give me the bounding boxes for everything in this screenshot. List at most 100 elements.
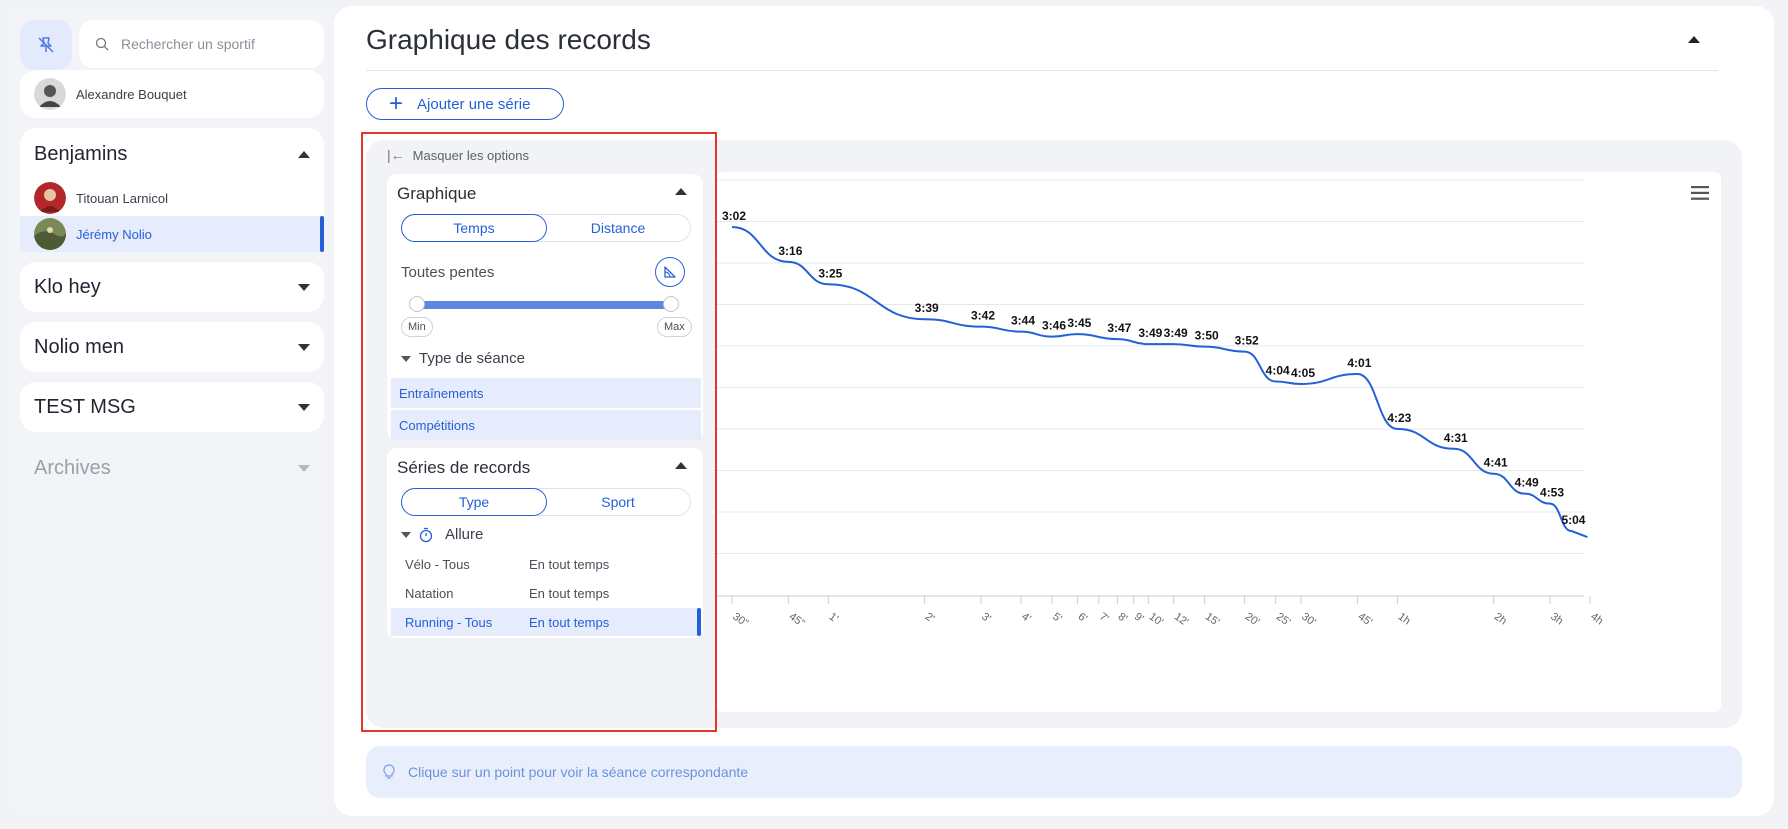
data-point[interactable] [1113,335,1121,343]
record-row[interactable]: Vélo - Tous En tout temps [391,550,701,578]
data-point[interactable] [1490,470,1498,478]
x-tick-label: 3h [1548,611,1565,628]
add-series-button[interactable]: + Ajouter une série [366,88,564,120]
toggle-type[interactable]: Type [401,488,547,516]
data-point[interactable] [1521,490,1529,498]
slope-button[interactable] [655,257,685,287]
data-point[interactable] [1353,370,1361,378]
allure-title: Allure [445,526,484,543]
data-label: 3:52 [1235,334,1259,348]
data-point[interactable] [921,315,929,323]
record-period: En tout temps [529,556,610,572]
series-line [731,225,1588,538]
data-point[interactable] [1546,500,1554,508]
avatar [34,78,66,110]
filter-entrainements[interactable]: Entraînements [391,378,701,408]
plus-icon: + [389,90,404,117]
data-point[interactable] [1297,380,1305,388]
current-user[interactable]: Alexandre Bouquet [20,70,324,118]
group-klo-hey[interactable]: Klo hey [20,262,324,312]
data-label: 3:02 [722,209,746,223]
data-point[interactable] [1241,348,1249,356]
x-tick-label: 25' [1274,611,1293,629]
lightbulb-icon [383,764,395,779]
group-test-msg[interactable]: TEST MSG [20,382,324,432]
sidebar: Alexandre Bouquet Benjamins Titouan Larn… [8,6,336,816]
data-point[interactable] [1073,330,1081,338]
record-row[interactable]: Natation En tout temps [391,579,701,607]
x-tick-label: 9' [1132,611,1146,626]
x-tick-label: 5' [1050,611,1064,626]
chart-menu-icon[interactable] [1691,186,1709,200]
chevron-down-icon [401,355,411,362]
x-tick-label: 15' [1203,611,1222,629]
data-point[interactable] [1144,340,1152,348]
slope-icon [664,266,676,278]
member-jeremy-nolio[interactable]: Jérémy Nolio [20,216,324,252]
data-point[interactable] [1201,343,1209,351]
collapse-left-icon: |← [387,147,405,163]
allure-group-toggle[interactable]: Allure [401,526,483,543]
data-label: 4:41 [1484,456,1508,470]
search-input[interactable] [119,35,313,53]
data-point[interactable] [1048,333,1056,341]
record-sport: Natation [405,585,454,601]
data-point[interactable] [1450,445,1458,453]
data-point[interactable] [977,323,985,331]
collapse-panel-button[interactable] [1688,36,1700,43]
group-title-nolio-men[interactable]: Nolio men [20,322,324,372]
x-tick-label: 8' [1116,611,1130,626]
chart: 30" 45" 1' 2' 3' 4' 5' 6' 7' 8' 9' 10' 12' 15' 20' 25' 3… [716,172,1721,712]
data-point[interactable] [1567,527,1575,535]
filter-competitions[interactable]: Compétitions [391,410,701,440]
slider-max-handle[interactable] [663,296,679,312]
slider-min-handle[interactable] [409,296,425,312]
group-title-label: TEST MSG [34,395,136,418]
slider-max-label: Max [657,317,692,337]
data-label: 4:05 [1291,366,1315,380]
data-point[interactable] [728,223,736,231]
data-point[interactable] [824,280,832,288]
current-user-card[interactable]: Alexandre Bouquet [20,70,324,118]
record-row-active[interactable]: Running - Tous En tout temps [391,608,701,636]
records-series-card: Séries de records Type Sport Allure Vélo… [387,448,703,638]
data-point[interactable] [784,258,792,266]
record-period: En tout temps [529,585,610,601]
unpin-button[interactable] [20,20,72,70]
page-title: Graphique des records [366,24,651,55]
archives-label: Archives [34,456,111,479]
session-type-toggle[interactable]: Type de séance [401,350,525,367]
data-label: 4:31 [1444,431,1468,445]
toggle-temps[interactable]: Temps [401,214,547,242]
collapse-icon[interactable] [675,462,687,469]
current-user-name: Alexandre Bouquet [76,86,187,102]
group-title-label: Klo hey [34,275,101,298]
avatar [34,218,66,250]
divider [366,70,1718,71]
data-label: 3:42 [971,309,995,323]
toggle-distance[interactable]: Distance [546,215,690,241]
x-tick-label: 2' [923,611,937,626]
group-title-test-msg[interactable]: TEST MSG [20,382,324,432]
member-name: Titouan Larnicol [76,190,169,206]
data-label: 4:53 [1540,486,1564,500]
data-point[interactable] [1393,425,1401,433]
toggle-sport[interactable]: Sport [546,489,690,515]
data-point[interactable] [1272,378,1280,386]
hide-options-button[interactable]: |← Masquer les options [387,147,529,163]
group-title-klo-hey[interactable]: Klo hey [20,262,324,312]
collapse-icon[interactable] [675,188,687,195]
data-label: 4:49 [1515,476,1539,490]
group-nolio-men[interactable]: Nolio men [20,322,324,372]
record-period: En tout temps [529,614,610,630]
data-point[interactable] [1170,340,1178,348]
data-point[interactable] [1017,328,1025,336]
avatar [34,182,66,214]
member-titouan-larnicol[interactable]: Titouan Larnicol [20,180,324,216]
records-series-title: Séries de records [397,458,531,477]
stopwatch-icon [419,527,433,542]
slope-slider[interactable] [417,301,671,309]
group-title-benjamins[interactable]: Benjamins [20,128,324,180]
group-title-label: Nolio men [34,335,125,358]
archives[interactable]: Archives [20,442,324,494]
